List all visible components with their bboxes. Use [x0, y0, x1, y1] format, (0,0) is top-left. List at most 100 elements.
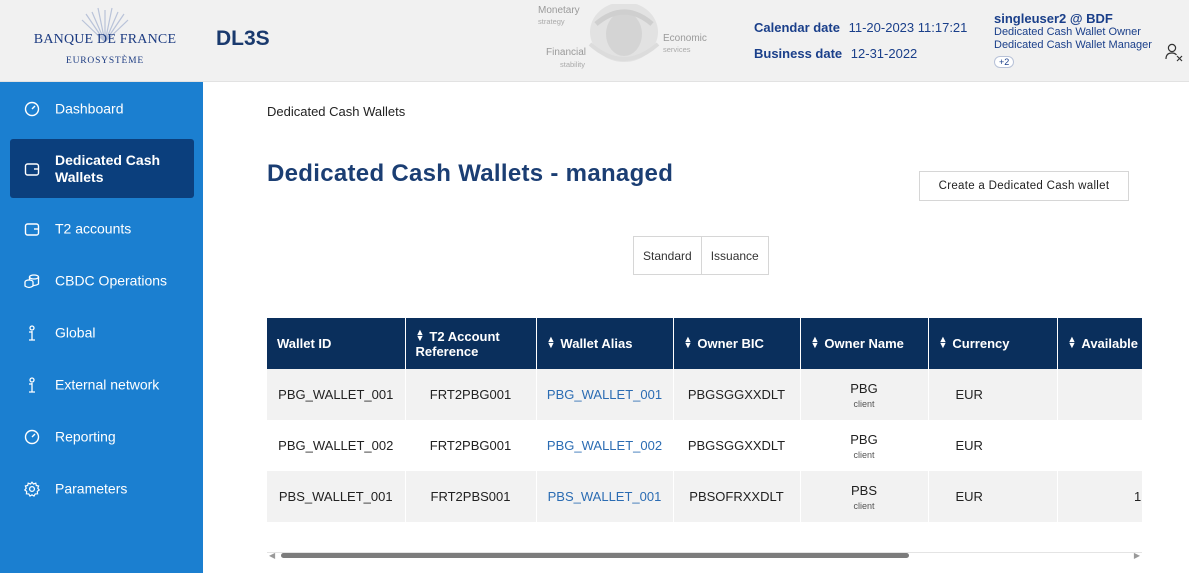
view-toggle: Standard Issuance	[633, 236, 769, 275]
toggle-standard[interactable]: Standard	[634, 237, 701, 274]
table-row[interactable]: PBG_WALLET_001 FRT2PBG001 PBG_WALLET_001…	[267, 369, 1142, 420]
wallet-alias-link[interactable]: PBG_WALLET_001	[536, 369, 674, 420]
date-panel: Calendar date 11-20-2023 11:17:21 Busine…	[754, 20, 967, 72]
sort-icon[interactable]: ▲ ▼	[684, 335, 693, 350]
app-name: DL3S	[216, 27, 270, 50]
sort-icon[interactable]: ▲ ▼	[939, 335, 948, 350]
sidebar: Dashboard Dedicated Cash Wallets T2 acco…	[0, 82, 203, 573]
scroll-left-icon[interactable]: ◀	[269, 551, 275, 560]
column-header-t2-account-reference[interactable]: ▲ ▼ T2 Account Reference	[405, 318, 537, 369]
page-title: Dedicated Cash Wallets - managed	[267, 160, 674, 187]
column-header-available[interactable]: ▲ ▼ Available	[1057, 318, 1142, 369]
sidebar-item-dedicated-cash-wallets[interactable]: Dedicated Cash Wallets	[10, 139, 194, 198]
available-cell	[1057, 420, 1142, 471]
owner-type: client	[853, 500, 875, 511]
banner-word-strategy: strategy	[538, 17, 565, 26]
sidebar-item-external-network[interactable]: External network	[0, 360, 203, 410]
available-cell: 1 000	[1057, 471, 1142, 522]
sort-icon[interactable]: ▲ ▼	[1068, 335, 1077, 350]
available-cell	[1057, 369, 1142, 420]
sort-icon[interactable]: ▲ ▼	[416, 327, 425, 342]
top-header: BANQUE DE FRANCE EUROSYSTÈME DL3S Moneta…	[0, 0, 1189, 82]
coins-icon	[24, 274, 40, 289]
owner-name-cell: PBS client	[800, 471, 929, 522]
column-header-wallet-alias[interactable]: ▲ ▼ Wallet Alias	[536, 318, 674, 369]
gear-icon	[24, 481, 40, 497]
scrollbar-thumb[interactable]	[281, 553, 909, 558]
create-wallet-button[interactable]: Create a Dedicated Cash wallet	[919, 171, 1129, 201]
breadcrumb[interactable]: Dedicated Cash Wallets	[267, 104, 405, 119]
sidebar-item-label: T2 accounts	[55, 220, 132, 237]
brand-subtitle: EUROSYSTÈME	[66, 56, 144, 66]
sort-icon[interactable]: ▲ ▼	[547, 335, 556, 350]
sort-icon[interactable]: ▲ ▼	[811, 335, 820, 350]
wallet-alias-link[interactable]: PBG_WALLET_002	[536, 420, 674, 471]
user-panel[interactable]: singleuser2 @ BDF Dedicated Cash Wallet …	[994, 11, 1184, 70]
owner-name: PBG	[850, 431, 878, 447]
wallet-alias-link[interactable]: PBS_WALLET_001	[536, 471, 674, 522]
person-icon	[29, 377, 35, 393]
wallet-id-cell: PBS_WALLET_001	[267, 471, 406, 522]
sidebar-item-label: CBDC Operations	[55, 272, 168, 289]
table-row[interactable]: PBS_WALLET_001 FRT2PBS001 PBS_WALLET_001…	[267, 471, 1142, 522]
toggle-issuance[interactable]: Issuance	[700, 237, 768, 274]
banner-artwork: Monetary strategy Economic services Fina…	[526, 4, 716, 74]
calendar-date-label: Calendar date	[754, 20, 840, 35]
person-icon	[29, 325, 35, 341]
owner-name: PBS	[850, 482, 877, 498]
banner-word-financial: Financial	[546, 47, 587, 58]
t2-reference-cell: FRT2PBG001	[405, 420, 537, 471]
sidebar-item-label: Global	[55, 324, 96, 341]
owner-name-cell: PBG client	[800, 420, 929, 471]
column-header-wallet-id[interactable]: Wallet ID	[267, 318, 406, 369]
business-date-label: Business date	[754, 46, 843, 61]
banner-word-stability: stability	[560, 60, 586, 69]
table-row[interactable]: PBG_WALLET_002 FRT2PBG001 PBG_WALLET_002…	[267, 420, 1142, 471]
scroll-right-icon[interactable]: ▶	[1134, 551, 1140, 560]
column-header-owner-name[interactable]: ▲ ▼ Owner Name	[800, 318, 929, 369]
column-header-owner-bic[interactable]: ▲ ▼ Owner BIC	[673, 318, 801, 369]
owner-type: client	[853, 398, 875, 409]
sidebar-item-reporting[interactable]: Reporting	[0, 412, 203, 462]
more-roles-badge[interactable]: +2	[994, 56, 1015, 68]
user-role: Dedicated Cash Wallet Manager	[994, 39, 1152, 51]
column-header-currency[interactable]: ▲ ▼ Currency	[928, 318, 1058, 369]
sidebar-item-t2-accounts[interactable]: T2 accounts	[0, 204, 203, 254]
sidebar-item-label: Parameters	[55, 480, 128, 497]
owner-bic-cell: PBGSGGXXDLT	[673, 420, 801, 471]
brand-name: BANQUE DE FRANCE	[33, 32, 177, 47]
logout-icon[interactable]	[1164, 42, 1184, 62]
owner-name-cell: PBG client	[800, 369, 929, 420]
wallet-icon	[24, 223, 40, 236]
currency-cell: EUR	[928, 420, 1058, 471]
horizontal-scrollbar[interactable]: ◀ ▶	[267, 548, 1142, 562]
owner-name: PBG	[850, 380, 878, 396]
banque-de-france-logo[interactable]: BANQUE DE FRANCE EUROSYSTÈME	[30, 6, 180, 76]
sidebar-item-cbdc-operations[interactable]: CBDC Operations	[0, 256, 203, 306]
gauge-icon	[24, 429, 40, 445]
banner-word-services: services	[663, 45, 691, 54]
owner-bic-cell: PBGSGGXXDLT	[673, 369, 801, 420]
sidebar-item-label: Dedicated Cash Wallets	[55, 151, 161, 185]
calendar-date-value: 11-20-2023 11:17:21	[848, 20, 968, 35]
user-role: Dedicated Cash Wallet Owner	[994, 26, 1141, 38]
gauge-icon	[24, 101, 40, 117]
banner-word-economic: Economic	[663, 33, 707, 44]
sidebar-item-dashboard[interactable]: Dashboard	[0, 84, 203, 134]
wallet-icon	[24, 162, 40, 176]
sidebar-item-label: Dashboard	[55, 100, 124, 117]
t2-reference-cell: FRT2PBS001	[405, 471, 537, 522]
wallet-id-cell: PBG_WALLET_002	[267, 420, 406, 471]
wallets-table: Wallet ID ▲ ▼ T2 Account Reference ▲ ▼ Walle…	[267, 318, 1142, 553]
currency-cell: EUR	[928, 471, 1058, 522]
owner-type: client	[853, 449, 875, 460]
banner-word-monetary: Monetary	[538, 5, 580, 16]
sidebar-item-parameters[interactable]: Parameters	[0, 464, 203, 514]
owner-bic-cell: PBSOFRXXDLT	[673, 471, 801, 522]
sidebar-item-label: External network	[55, 376, 160, 393]
t2-reference-cell: FRT2PBG001	[405, 369, 537, 420]
sidebar-item-global[interactable]: Global	[0, 308, 203, 358]
business-date-value: 12-31-2022	[850, 46, 918, 61]
user-name: singleuser2 @ BDF	[994, 11, 1113, 26]
sidebar-item-label: Reporting	[55, 428, 116, 445]
